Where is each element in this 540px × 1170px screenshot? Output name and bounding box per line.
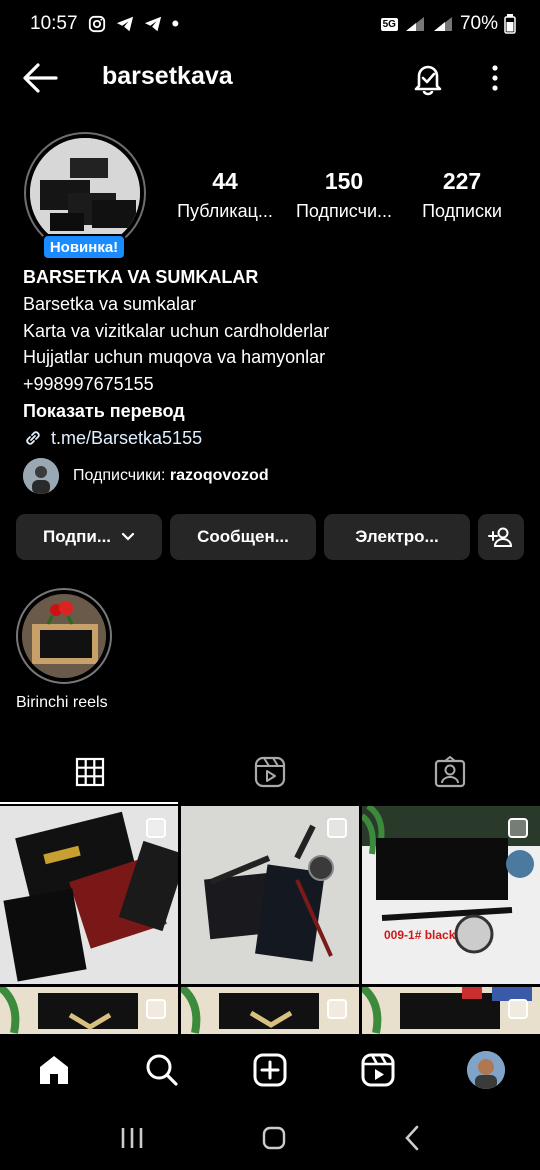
multi-photo-icon bbox=[508, 999, 528, 1019]
story-highlight[interactable]: Birinchi reels bbox=[16, 588, 114, 711]
followers-label: Подписчи... bbox=[295, 201, 393, 221]
suggest-users-button[interactable] bbox=[478, 514, 524, 560]
battery-icon bbox=[504, 14, 516, 34]
follower-name: razoqovozod bbox=[169, 467, 269, 484]
reels-icon bbox=[361, 1053, 395, 1087]
grid-post[interactable] bbox=[181, 806, 359, 984]
system-back-icon[interactable] bbox=[403, 1125, 421, 1151]
telegram-icon bbox=[144, 16, 161, 32]
nav-search[interactable] bbox=[108, 1034, 216, 1106]
status-time: 10:57 bbox=[30, 13, 78, 34]
bell-check-icon bbox=[414, 65, 442, 96]
grid-post[interactable]: 009-1# black bbox=[362, 806, 540, 984]
bio-line: Hujjatlar uchun muqova va hamyonlar bbox=[23, 347, 326, 368]
search-icon bbox=[146, 1054, 178, 1086]
multi-photo-icon bbox=[327, 999, 347, 1019]
post-caption: 009-1# black bbox=[384, 928, 456, 942]
profile-tabs bbox=[0, 740, 540, 804]
home-button-icon[interactable] bbox=[262, 1126, 286, 1150]
signal-icon bbox=[405, 17, 424, 31]
network-badge: 5G bbox=[380, 17, 398, 31]
nav-create[interactable] bbox=[216, 1034, 324, 1106]
highlight-label: Birinchi reels bbox=[16, 694, 108, 711]
multi-photo-icon bbox=[327, 818, 347, 838]
own-profile-avatar bbox=[467, 1051, 505, 1089]
recent-apps-icon[interactable] bbox=[119, 1126, 145, 1150]
bottom-navigation bbox=[0, 1034, 540, 1106]
notifications-button[interactable] bbox=[410, 60, 446, 96]
grid-icon bbox=[75, 757, 105, 787]
more-vertical-icon bbox=[492, 65, 498, 91]
grid-post[interactable] bbox=[0, 806, 178, 984]
highlight-thumbnail bbox=[22, 594, 106, 678]
following-label: Подписки bbox=[422, 201, 502, 221]
back-arrow-icon bbox=[23, 63, 58, 93]
mutual-followers[interactable]: Подписчики: razoqovozod bbox=[23, 458, 269, 494]
bio-line: Karta va vizitkalar uchun cardholderlar bbox=[23, 320, 330, 341]
profile-username: barsetkava bbox=[102, 62, 233, 90]
multi-photo-icon bbox=[146, 999, 166, 1019]
bio-phone: +998997675155 bbox=[23, 374, 154, 395]
nav-profile[interactable] bbox=[432, 1034, 540, 1106]
following-button-label: Подпи... bbox=[42, 527, 112, 546]
status-bar: 10:57 • 5G 70% bbox=[0, 0, 540, 48]
posts-count: 44 bbox=[212, 168, 238, 194]
add-post-icon bbox=[253, 1053, 287, 1087]
followers-count: 150 bbox=[324, 168, 364, 194]
tab-tagged[interactable] bbox=[360, 740, 540, 804]
reels-icon bbox=[254, 756, 286, 788]
profile-avatar-image bbox=[30, 138, 140, 248]
profile-display-name: BARSETKA VA SUMKALAR bbox=[23, 267, 259, 287]
wallet-product-image bbox=[30, 138, 140, 248]
message-button[interactable]: Сообщен... bbox=[170, 514, 316, 560]
add-person-icon bbox=[488, 527, 513, 547]
show-translation-link[interactable]: Показать перевод bbox=[23, 398, 523, 425]
tagged-person-icon bbox=[434, 756, 466, 788]
bio-link-text: t.me/Barsetka5155 bbox=[51, 427, 203, 448]
following-button[interactable]: Подпи... bbox=[16, 514, 162, 560]
back-button[interactable] bbox=[22, 62, 58, 94]
bio-line: Barsetka va sumkalar bbox=[23, 293, 197, 314]
system-navigation bbox=[0, 1106, 540, 1170]
chevron-down-icon bbox=[121, 532, 135, 541]
link-icon bbox=[26, 431, 40, 445]
following-count: 227 bbox=[442, 168, 482, 194]
new-badge: Новинка! bbox=[42, 234, 126, 260]
posts-label: Публикац... bbox=[177, 201, 273, 221]
dot-icon: • bbox=[171, 11, 180, 36]
signal-icon bbox=[433, 17, 452, 31]
home-icon bbox=[40, 1056, 68, 1084]
email-button[interactable]: Электро... bbox=[324, 514, 470, 560]
nav-home[interactable] bbox=[0, 1034, 108, 1106]
highlight-ring bbox=[16, 588, 112, 684]
more-options-button[interactable] bbox=[480, 62, 510, 94]
following-stat[interactable]: 227 Подписки bbox=[414, 168, 510, 222]
email-button-label: Электро... bbox=[355, 527, 439, 546]
bio-link[interactable]: t.me/Barsetka5155 bbox=[23, 425, 523, 452]
instagram-icon bbox=[88, 15, 105, 33]
followers-stat[interactable]: 150 Подписчи... bbox=[290, 168, 398, 222]
followers-prefix: Подписчики: bbox=[73, 467, 166, 484]
multi-photo-icon bbox=[508, 818, 528, 838]
profile-bio: BARSETKA VA SUMKALAR Barsetka va sumkala… bbox=[23, 264, 523, 452]
message-button-label: Сообщен... bbox=[197, 527, 289, 546]
posts-stat[interactable]: 44 Публикац... bbox=[174, 168, 276, 222]
multi-photo-icon bbox=[146, 818, 166, 838]
top-bar: barsetkava bbox=[0, 48, 540, 108]
follower-avatar bbox=[23, 458, 59, 494]
tab-posts-grid[interactable] bbox=[0, 740, 180, 804]
battery-percent: 70% bbox=[459, 13, 498, 34]
nav-reels[interactable] bbox=[324, 1034, 432, 1106]
telegram-icon bbox=[116, 16, 133, 32]
tab-reels[interactable] bbox=[180, 740, 360, 804]
